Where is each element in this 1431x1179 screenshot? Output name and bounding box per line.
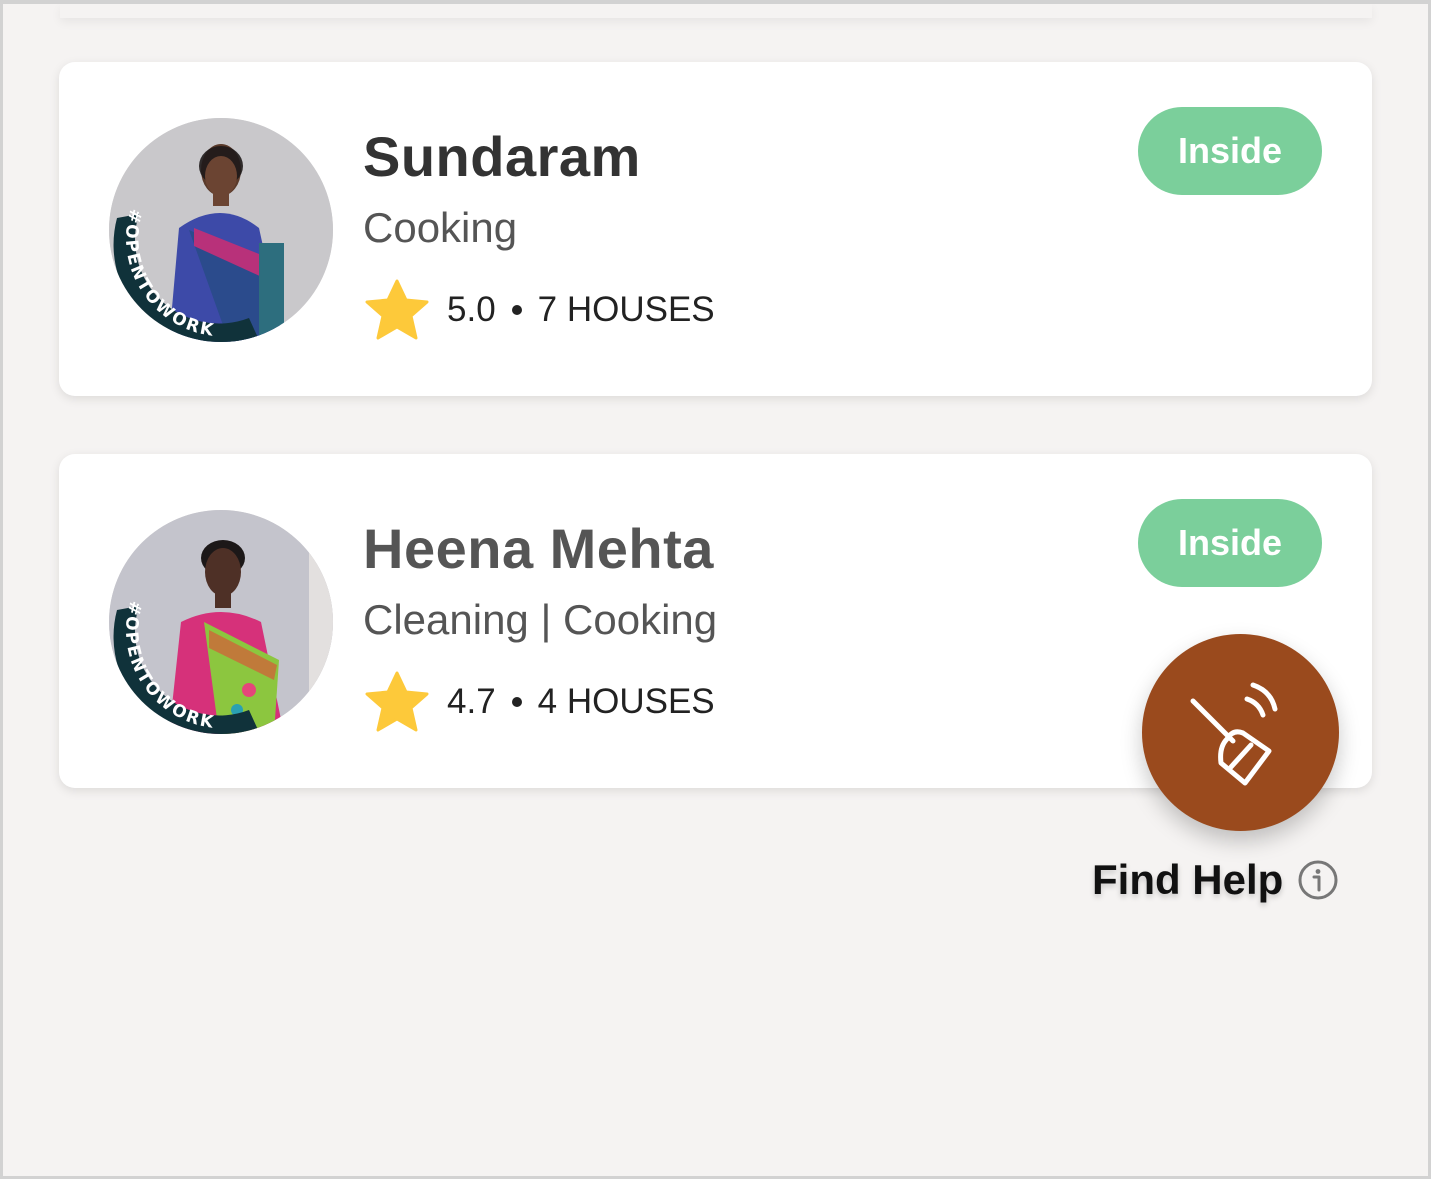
star-icon	[365, 671, 429, 732]
separator-dot	[511, 697, 522, 707]
worker-meta: 5.0 7 HOUSES	[363, 278, 715, 342]
separator-dot	[511, 305, 522, 315]
avatar: #OPENTOWORK	[109, 510, 333, 734]
status-badge[interactable]: Inside	[1138, 107, 1322, 195]
broom-icon	[1190, 682, 1277, 785]
rating-value: 5.0	[447, 290, 496, 329]
find-help-text: Find Help	[1092, 856, 1284, 903]
avatar: #OPENTOWORK	[109, 118, 333, 342]
houses-count: 4 HOUSES	[537, 682, 715, 721]
houses-count: 7 HOUSES	[537, 290, 715, 329]
rating-value: 4.7	[447, 682, 496, 721]
worker-meta: 4.7 4 HOUSES	[363, 670, 715, 734]
status-badge[interactable]: Inside	[1138, 499, 1322, 587]
worker-name: Heena Mehta	[363, 517, 714, 580]
worker-card[interactable]: #OPENTOWORK Sundaram Cooking 5.0 7 HOUSE…	[59, 62, 1372, 396]
worker-photo: #OPENTOWORK	[109, 118, 333, 342]
worker-skills: Cooking	[363, 204, 518, 251]
previous-card-edge	[60, 4, 1372, 18]
info-icon[interactable]	[1297, 859, 1339, 901]
worker-skills: Cleaning | Cooking	[363, 596, 718, 643]
find-help-button[interactable]	[1142, 634, 1339, 831]
worker-photo: #OPENTOWORK	[109, 510, 333, 734]
worker-name: Sundaram	[363, 125, 641, 188]
find-help-label[interactable]: Find Help	[1092, 855, 1339, 905]
star-icon	[365, 279, 429, 340]
